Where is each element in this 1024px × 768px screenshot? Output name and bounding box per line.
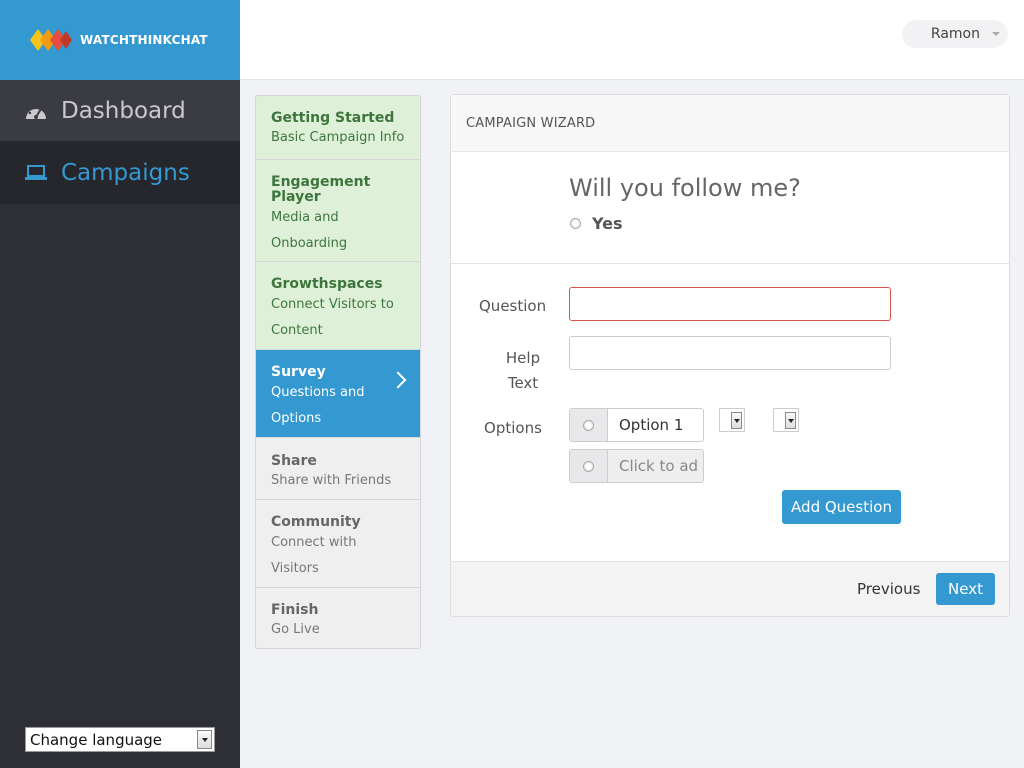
option-radio-addon	[570, 450, 608, 482]
nav-campaigns-label: Campaigns	[61, 159, 190, 186]
brand-name: WATCHTHINKCHAT	[80, 33, 208, 47]
step-engagement-player[interactable]: Engagement Player Media and Onboarding	[256, 160, 420, 262]
radio-icon	[583, 460, 594, 472]
radio-icon[interactable]	[570, 218, 581, 229]
question-label: Question	[479, 297, 547, 315]
step-subtitle: Questions and Options	[271, 385, 365, 426]
option-radio-addon	[570, 409, 608, 441]
laptop-icon	[24, 162, 48, 184]
next-button[interactable]: Next	[936, 573, 995, 605]
wizard-steps: Getting Started Basic Campaign Info Enga…	[255, 95, 421, 649]
caret-down-icon	[992, 32, 1000, 36]
new-option-input[interactable]: Click to ad	[608, 450, 703, 482]
step-subtitle: Media and Onboarding	[271, 210, 348, 251]
step-title: Getting Started	[271, 110, 395, 126]
help-text-label: Help Text	[505, 349, 541, 392]
options-label: Options	[484, 419, 542, 437]
step-title: Growthspaces	[271, 276, 383, 292]
preview-option[interactable]: Yes	[570, 214, 623, 233]
chevron-down-icon	[731, 412, 742, 429]
step-title: Finish	[271, 602, 319, 618]
step-growthspaces[interactable]: Growthspaces Connect Visitors to Content	[256, 262, 420, 350]
top-header: Ramon	[240, 0, 1024, 80]
step-title: Engagement Player	[271, 174, 371, 205]
new-option-row[interactable]: Click to ad	[569, 449, 704, 483]
previous-button[interactable]: Previous	[857, 580, 920, 598]
step-title: Share	[271, 453, 317, 469]
dashboard-gauge-icon	[24, 100, 48, 122]
option-input[interactable]: Option 1	[608, 409, 703, 441]
step-community[interactable]: Community Connect with Visitors	[256, 500, 420, 588]
question-input[interactable]	[569, 287, 891, 321]
brand-logo-icon	[28, 27, 76, 53]
preview-question: Will you follow me?	[569, 174, 801, 202]
option-order-select[interactable]	[773, 408, 799, 432]
step-survey[interactable]: Survey Questions and Options	[256, 350, 420, 438]
nav-dashboard[interactable]: Dashboard	[0, 80, 240, 142]
brand[interactable]: WATCHTHINKCHAT	[0, 0, 240, 80]
step-subtitle: Basic Campaign Info	[271, 130, 405, 145]
preview-option-label: Yes	[592, 214, 623, 233]
step-getting-started[interactable]: Getting Started Basic Campaign Info	[256, 96, 420, 160]
step-share[interactable]: Share Share with Friends	[256, 438, 420, 500]
user-menu[interactable]: Ramon	[902, 20, 1008, 48]
step-subtitle: Share with Friends	[271, 473, 392, 488]
step-title: Community	[271, 514, 361, 530]
step-title: Survey	[271, 364, 326, 380]
nav-dashboard-label: Dashboard	[61, 97, 186, 124]
panel-footer: Previous Next	[451, 561, 1009, 616]
step-finish[interactable]: Finish Go Live	[256, 588, 420, 648]
chevron-down-icon	[197, 730, 212, 749]
language-select[interactable]: Change language	[25, 727, 215, 752]
sidebar: WATCHTHINKCHAT Dashboard Campaigns Chang…	[0, 0, 240, 768]
help-text-input[interactable]	[569, 336, 891, 370]
campaign-wizard-panel: CAMPAIGN WIZARD Will you follow me? Yes …	[450, 94, 1010, 617]
language-select-value: Change language	[30, 730, 163, 749]
panel-title: CAMPAIGN WIZARD	[451, 95, 1009, 152]
nav-campaigns[interactable]: Campaigns	[0, 142, 240, 204]
survey-preview: Will you follow me? Yes	[451, 152, 1009, 264]
option-type-select[interactable]	[719, 408, 745, 432]
step-subtitle: Connect with Visitors	[271, 535, 357, 576]
radio-icon	[583, 419, 594, 431]
user-name: Ramon	[930, 26, 980, 42]
add-question-button[interactable]: Add Question	[782, 490, 901, 524]
option-row[interactable]: Option 1	[569, 408, 704, 442]
step-subtitle: Connect Visitors to Content	[271, 297, 394, 338]
chevron-down-icon	[785, 412, 796, 429]
step-subtitle: Go Live	[271, 622, 320, 637]
